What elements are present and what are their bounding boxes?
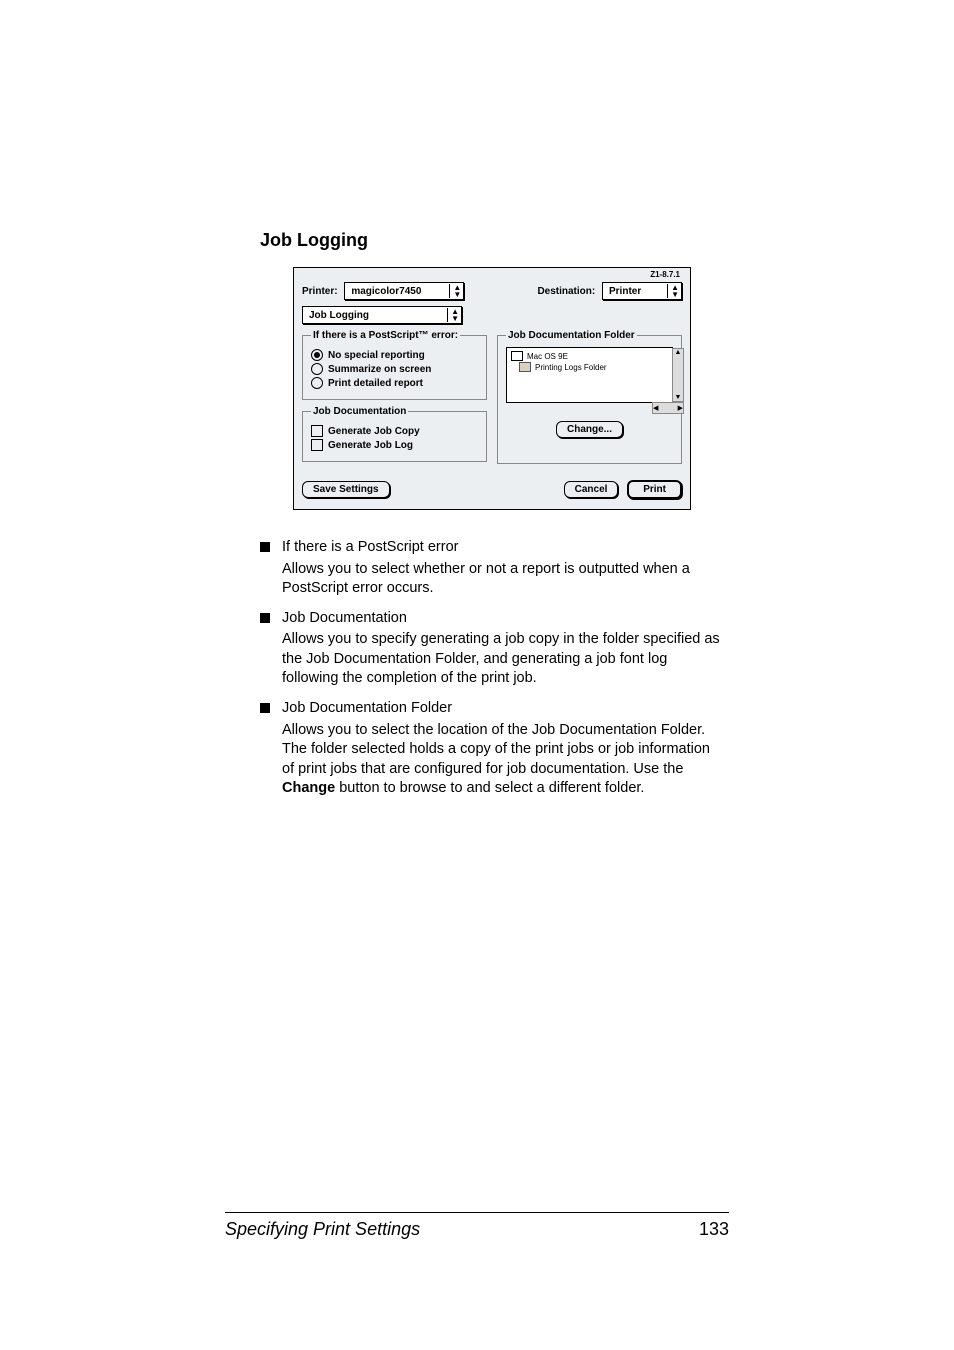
job-documentation-folder-legend: Job Documentation Folder <box>506 330 637 341</box>
popup-arrows-icon: ▲▼ <box>667 284 679 298</box>
printer-value: magicolor7450 <box>351 286 421 297</box>
bullet-title: Job Documentation Folder <box>282 699 724 719</box>
square-bullet-icon <box>260 703 270 713</box>
scroll-down-icon: ▼ <box>675 394 682 401</box>
section-popup[interactable]: Job Logging ▲▼ <box>302 306 462 324</box>
list-item[interactable]: Mac OS 9E <box>511 351 668 361</box>
radio-print-detailed-report[interactable]: Print detailed report <box>311 377 478 389</box>
bullet-text-post: button to browse to and select a differe… <box>335 780 644 796</box>
list-item-label: Printing Logs Folder <box>535 363 607 372</box>
horizontal-scrollbar[interactable]: ◀ ▶ <box>652 402 684 414</box>
bullet-text-pre: Allows you to select the location of the… <box>282 722 710 777</box>
checkbox-label: Generate Job Copy <box>328 426 420 437</box>
vertical-scrollbar[interactable]: ▲ ▼ <box>672 348 684 402</box>
folder-icon <box>519 362 531 372</box>
description-list: If there is a PostScript error Allows yo… <box>260 538 724 799</box>
disk-icon <box>511 351 523 361</box>
bullet-item: If there is a PostScript error Allows yo… <box>260 538 724 599</box>
bullet-item: Job Documentation Allows you to specify … <box>260 609 724 689</box>
bullet-text: Allows you to select whether or not a re… <box>282 560 724 599</box>
dialog-version: Z1-8.7.1 <box>650 270 680 279</box>
bullet-item: Job Documentation Folder Allows you to s… <box>260 699 724 799</box>
popup-arrows-icon: ▲▼ <box>449 284 461 298</box>
bullet-text: Allows you to select the location of the… <box>282 721 724 799</box>
popup-arrows-icon: ▲▼ <box>447 308 459 322</box>
bullet-text-bold: Change <box>282 780 335 796</box>
job-documentation-legend: Job Documentation <box>311 406 408 417</box>
list-item-label: Mac OS 9E <box>527 352 568 361</box>
postscript-error-legend: If there is a PostScript™ error: <box>311 330 460 341</box>
section-heading: Job Logging <box>260 230 724 251</box>
postscript-error-group: If there is a PostScript™ error: No spec… <box>302 330 487 400</box>
radio-label: No special reporting <box>328 350 425 361</box>
page-footer: Specifying Print Settings 133 <box>225 1212 729 1240</box>
folder-listbox[interactable]: Mac OS 9E Printing Logs Folder ▲ ▼ <box>506 347 673 403</box>
destination-popup[interactable]: Printer ▲▼ <box>602 282 682 300</box>
checkbox-label: Generate Job Log <box>328 440 413 451</box>
square-bullet-icon <box>260 613 270 623</box>
scroll-right-icon: ▶ <box>678 404 683 412</box>
radio-no-special-reporting[interactable]: No special reporting <box>311 349 478 361</box>
print-button[interactable]: Print <box>627 480 682 499</box>
radio-summarize-on-screen[interactable]: Summarize on screen <box>311 363 478 375</box>
printer-selector-group: Printer: magicolor7450 ▲▼ <box>302 282 464 300</box>
checkbox-generate-job-copy[interactable]: Generate Job Copy <box>311 425 478 437</box>
footer-rule <box>225 1212 729 1213</box>
destination-value: Printer <box>609 286 641 297</box>
radio-label: Print detailed report <box>328 378 423 389</box>
bullet-title: Job Documentation <box>282 609 724 629</box>
checkbox-icon <box>311 439 323 451</box>
print-dialog: Z1-8.7.1 Printer: magicolor7450 ▲▼ Desti… <box>293 267 691 510</box>
destination-selector-group: Destination: Printer ▲▼ <box>537 282 682 300</box>
radio-label: Summarize on screen <box>328 364 431 375</box>
dialog-screenshot: Z1-8.7.1 Printer: magicolor7450 ▲▼ Desti… <box>260 267 724 510</box>
checkbox-generate-job-log[interactable]: Generate Job Log <box>311 439 478 451</box>
scroll-up-icon: ▲ <box>675 349 682 356</box>
job-documentation-group: Job Documentation Generate Job Copy Gene… <box>302 406 487 462</box>
save-settings-button[interactable]: Save Settings <box>302 481 390 498</box>
radio-icon <box>311 377 323 389</box>
list-item[interactable]: Printing Logs Folder <box>519 362 668 372</box>
scroll-left-icon: ◀ <box>653 404 658 412</box>
radio-icon <box>311 349 323 361</box>
bullet-text: Allows you to specify generating a job c… <box>282 630 724 689</box>
checkbox-icon <box>311 425 323 437</box>
printer-popup[interactable]: magicolor7450 ▲▼ <box>344 282 464 300</box>
job-documentation-folder-group: Job Documentation Folder Mac OS 9E Print… <box>497 330 682 464</box>
page-number: 133 <box>699 1219 729 1240</box>
destination-label: Destination: <box>537 286 595 297</box>
radio-icon <box>311 363 323 375</box>
square-bullet-icon <box>260 542 270 552</box>
printer-label: Printer: <box>302 286 338 297</box>
cancel-button[interactable]: Cancel <box>564 481 619 498</box>
footer-section-title: Specifying Print Settings <box>225 1219 420 1240</box>
bullet-title: If there is a PostScript error <box>282 538 724 558</box>
section-popup-value: Job Logging <box>309 310 369 321</box>
change-button[interactable]: Change... <box>556 421 623 438</box>
